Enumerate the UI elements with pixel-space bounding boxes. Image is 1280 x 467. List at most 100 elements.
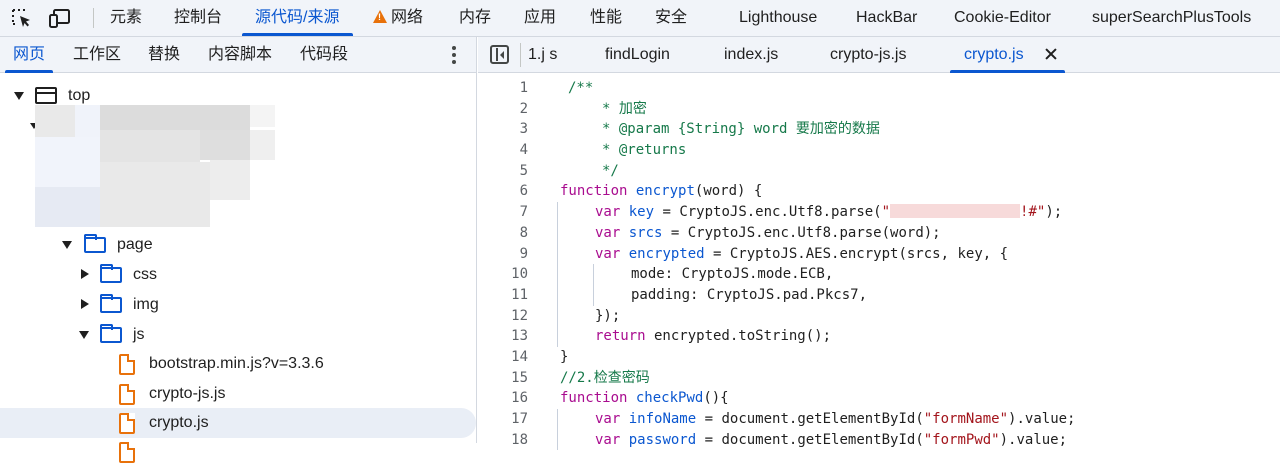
- code-line: 14}: [478, 347, 1280, 368]
- tab-hackbar[interactable]: HackBar: [856, 0, 917, 36]
- tab-cookie-editor[interactable]: Cookie-Editor: [954, 0, 1051, 36]
- tab-overrides[interactable]: 替换: [148, 37, 180, 72]
- tab-performance[interactable]: 性能: [590, 0, 622, 36]
- file-tab[interactable]: 1.j s: [528, 37, 557, 72]
- collapse-arrow-icon: [81, 269, 89, 279]
- code-view[interactable]: 1 /** 2 * 加密 3 * @param {String} word 要加密的数…: [478, 78, 1280, 451]
- tab-security[interactable]: 安全: [655, 0, 687, 36]
- code-line: 5 */: [478, 161, 1280, 182]
- code-text: var srcs = CryptoJS.enc.Utf8.parse(word)…: [595, 224, 941, 241]
- toggle-navigator-icon[interactable]: [490, 45, 509, 64]
- file-tab[interactable]: findLogin: [605, 37, 670, 72]
- file-tab[interactable]: index.js: [724, 37, 778, 72]
- line-number: 17: [511, 411, 528, 427]
- line-number: 12: [511, 307, 528, 324]
- line-number: 1: [519, 80, 528, 96]
- tab-network[interactable]: 网络: [373, 0, 423, 36]
- line-number: 14: [511, 348, 528, 365]
- tree-file-crypto-js[interactable]: crypto-js.js: [0, 379, 476, 409]
- active-file-indicator: [950, 70, 1065, 73]
- close-tab-icon[interactable]: [1043, 46, 1059, 62]
- code-text: var key = CryptoJS.enc.Utf8.parse(" !#");: [595, 204, 1063, 221]
- code-line: 11 padding: CryptoJS.pad.Pkcs7,: [478, 284, 1280, 306]
- code-line: 3 * @param {String} word 要加密的数据: [478, 119, 1280, 140]
- file-icon: [119, 354, 135, 375]
- tree-label: top: [68, 87, 91, 104]
- tree-label: bootstrap.min.js?v=3.3.6: [149, 355, 324, 372]
- line-number: 6: [519, 183, 528, 200]
- code-text: var password = document.getElementById("…: [595, 431, 1068, 448]
- code-line: 17 var infoName = document.getElementById…: [478, 409, 1280, 430]
- code-text: function checkPwd(){: [560, 390, 729, 407]
- file-tab-active[interactable]: crypto.js: [964, 37, 1024, 72]
- tree-label: page: [117, 236, 153, 253]
- line-number: 7: [519, 204, 528, 221]
- device-toolbar-icon[interactable]: [49, 8, 71, 28]
- code-text: * @returns: [602, 142, 687, 159]
- tree-label: js: [133, 326, 145, 343]
- code-text: return encrypted.toString();: [595, 328, 832, 345]
- tree-label: crypto-js.js: [149, 385, 226, 402]
- tree-item-js[interactable]: js: [0, 320, 476, 350]
- line-number: 3: [519, 121, 528, 138]
- tree-item-css[interactable]: css: [0, 260, 476, 290]
- tree-file-bootstrap[interactable]: bootstrap.min.js?v=3.3.6: [0, 349, 476, 379]
- code-line: 9 var encrypted = CryptoJS.AES.encrypt(sr…: [478, 243, 1280, 265]
- code-line: 4 * @returns: [478, 140, 1280, 161]
- line-number: 13: [511, 328, 528, 345]
- tree-label: crypto.js: [149, 414, 209, 431]
- code-text: * 加密: [602, 100, 647, 117]
- code-line: 12});: [478, 305, 1280, 327]
- tab-content-scripts[interactable]: 内容脚本: [208, 37, 272, 72]
- sources-navigator: 网页 工作区 替换 内容脚本 代码段 top page css img js b…: [0, 37, 477, 463]
- code-line: 2 * 加密: [478, 99, 1280, 120]
- folder-icon: [100, 294, 122, 313]
- frame-icon: [35, 87, 57, 104]
- code-line: 16 function checkPwd(){: [478, 388, 1280, 409]
- file-tab[interactable]: crypto-js.js: [830, 37, 906, 72]
- line-number: 5: [519, 162, 528, 179]
- tab-memory[interactable]: 内存: [459, 0, 491, 36]
- tab-workspace[interactable]: 工作区: [73, 37, 121, 72]
- code-line: 7 var key = CryptoJS.enc.Utf8.parse(" !#")…: [478, 202, 1280, 223]
- redacted-secret: [890, 204, 1021, 219]
- folder-icon: [100, 324, 122, 343]
- code-text: /**: [568, 80, 594, 96]
- code-line: 1 /**: [478, 78, 1280, 99]
- tree-item-img[interactable]: img: [0, 290, 476, 320]
- more-options-icon[interactable]: [452, 46, 456, 64]
- collapse-arrow-icon: [81, 299, 89, 309]
- line-number: 18: [511, 431, 528, 448]
- tab-elements[interactable]: 元素: [110, 0, 142, 36]
- line-number: 15: [511, 369, 528, 386]
- tree-label: css: [133, 266, 157, 283]
- navigator-tabs: 网页 工作区 替换 内容脚本 代码段: [0, 37, 476, 73]
- code-text: mode: CryptoJS.mode.ECB,: [631, 266, 834, 283]
- code-line: 8 var srcs = CryptoJS.enc.Utf8.parse(word…: [478, 222, 1280, 244]
- tree-file-crypto[interactable]: crypto.js: [0, 408, 476, 438]
- file-icon: [119, 384, 135, 405]
- line-number: 2: [519, 100, 528, 117]
- line-number: 11: [511, 286, 528, 303]
- tab-page[interactable]: 网页: [13, 37, 45, 72]
- tree-item-page[interactable]: page: [0, 230, 476, 260]
- tab-snippets[interactable]: 代码段: [300, 37, 348, 72]
- line-number: 9: [519, 245, 528, 262]
- inspect-element-icon[interactable]: [11, 8, 33, 28]
- devtools-toolbar: 元素 控制台 源代码/来源 网络 内存 应用 性能 安全 Lighthouse …: [0, 0, 1280, 37]
- toolbar-divider: [93, 8, 94, 28]
- tabs-divider: [520, 43, 521, 67]
- code-line: 13 return encrypted.toString();: [478, 326, 1280, 347]
- file-icon: [119, 413, 135, 434]
- line-number: 8: [519, 224, 528, 241]
- tab-supersearchplustools[interactable]: superSearchPlusTools: [1092, 0, 1251, 36]
- expand-arrow-icon: [79, 331, 89, 339]
- tab-console[interactable]: 控制台: [174, 0, 222, 36]
- tab-application[interactable]: 应用: [524, 0, 556, 36]
- tree-label: img: [133, 296, 159, 313]
- tab-sources[interactable]: 源代码/来源: [255, 0, 339, 36]
- line-number: 10: [511, 266, 528, 283]
- tree-file-next[interactable]: [0, 437, 476, 467]
- code-line: 15 //2.检查密码: [478, 368, 1280, 389]
- tab-lighthouse[interactable]: Lighthouse: [739, 0, 817, 36]
